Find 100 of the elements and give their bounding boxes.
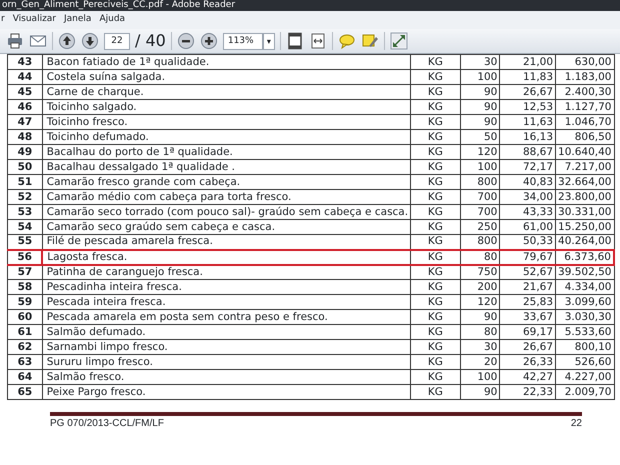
zoom-out-icon[interactable] xyxy=(176,32,195,50)
table-cell: 88,67 xyxy=(500,144,556,160)
zoom-in-icon[interactable] xyxy=(200,32,218,50)
table-cell: 42,27 xyxy=(500,370,556,384)
table-cell: 200 xyxy=(460,280,500,294)
table-cell: 59 xyxy=(8,294,42,310)
table-cell: Salmão fresco. xyxy=(42,370,411,384)
table-cell: 26,67 xyxy=(500,340,556,354)
table-cell: KG xyxy=(410,130,460,144)
table-cell: 120 xyxy=(460,294,500,310)
table-cell: 2.400,30 xyxy=(556,84,614,100)
comment-icon[interactable] xyxy=(338,32,356,50)
table-cell: 55 xyxy=(8,234,42,250)
fit-page-icon[interactable] xyxy=(286,32,304,50)
fit-width-icon[interactable] xyxy=(308,32,327,50)
arrow-up-icon[interactable] xyxy=(58,32,76,50)
table-cell: 3.099,60 xyxy=(556,294,614,310)
table-cell: KG xyxy=(410,160,460,174)
table-cell: 800,10 xyxy=(556,340,614,354)
table-cell: 53 xyxy=(8,204,42,220)
table-cell: KG xyxy=(410,54,460,70)
table-cell: 51 xyxy=(8,174,42,190)
table-cell: 3.030,30 xyxy=(556,310,614,324)
table-cell: 63 xyxy=(8,354,42,370)
table-cell: 100 xyxy=(460,370,500,384)
table-cell: 32.664,00 xyxy=(556,174,614,190)
table-cell: KG xyxy=(410,310,460,324)
menu-item[interactable]: Visualizar xyxy=(12,13,56,27)
table-cell: 80 xyxy=(460,324,500,340)
table-cell: 56 xyxy=(8,250,42,264)
table-cell: 4.334,00 xyxy=(556,280,614,294)
table-cell: 47 xyxy=(8,114,42,130)
table-cell: Pescada inteira fresca. xyxy=(42,294,411,310)
table-cell: 120 xyxy=(460,144,500,160)
zoom-dropdown[interactable]: ▾ xyxy=(262,32,275,50)
table-cell: 72,17 xyxy=(500,160,556,174)
menu-item[interactable]: Janela xyxy=(64,13,92,27)
expand-icon[interactable] xyxy=(390,32,408,50)
table-cell: Salmão defumado. xyxy=(42,324,411,340)
print-icon[interactable] xyxy=(6,32,24,50)
table-cell: KG xyxy=(410,84,460,100)
table-cell: 50 xyxy=(8,160,42,174)
table-cell: 34,00 xyxy=(500,190,556,204)
table-cell: 90 xyxy=(460,310,500,324)
table-cell: 750 xyxy=(460,264,500,280)
table-cell: KG xyxy=(410,250,460,264)
table-cell: KG xyxy=(410,190,460,204)
table-cell: 4.227,00 xyxy=(556,370,614,384)
table-cell: 43,33 xyxy=(500,204,556,220)
table-cell: 39.502,50 xyxy=(556,264,614,280)
menu-item[interactable]: Ajuda xyxy=(99,13,126,27)
table-cell: 60 xyxy=(8,310,42,324)
table-cell: 62 xyxy=(8,340,42,354)
menu-item[interactable]: r xyxy=(1,13,5,27)
table-cell: Camarão médio com cabeça para torta fresco. xyxy=(42,190,411,204)
table-cell: 30 xyxy=(460,340,500,354)
table-cell: 57 xyxy=(8,264,42,280)
table-cell: 21,67 xyxy=(500,280,556,294)
table-cell: 79,67 xyxy=(500,250,556,264)
page-field[interactable]: 22 xyxy=(104,32,130,50)
table-cell: 30 xyxy=(460,54,500,70)
table-cell: Camarão seco torrado (com pouco sal)- graúdo sem cabeça e casca. xyxy=(42,204,411,220)
table-cell: 100 xyxy=(460,70,500,84)
table-cell: Bacon fatiado de 1ª qualidade. xyxy=(42,54,411,70)
table-cell: KG xyxy=(410,174,460,190)
table-cell: 800 xyxy=(460,174,500,190)
table-cell: 21,00 xyxy=(500,54,556,70)
table-cell: Bacalhau do porto de 1ª qualidade. xyxy=(42,144,411,160)
table-cell: 30.331,00 xyxy=(556,204,614,220)
table-cell: 50 xyxy=(460,130,500,144)
table-cell: 58 xyxy=(8,280,42,294)
table-cell: 1.046,70 xyxy=(556,114,614,130)
table-cell: 80 xyxy=(460,250,500,264)
table-cell: Sarnambi limpo fresco. xyxy=(42,340,411,354)
table-cell: 16,13 xyxy=(500,130,556,144)
table-cell: 250 xyxy=(460,220,500,234)
table-cell: KG xyxy=(410,220,460,234)
table-cell: KG xyxy=(410,100,460,114)
table-cell: 65 xyxy=(8,384,42,400)
highlight-icon[interactable] xyxy=(360,32,379,50)
table-cell: 11,63 xyxy=(500,114,556,130)
page-number: 22 xyxy=(570,417,582,431)
table-cell: 6.373,60 xyxy=(556,250,614,264)
table-cell: KG xyxy=(410,264,460,280)
table-cell: KG xyxy=(410,340,460,354)
table-cell: 33,67 xyxy=(500,310,556,324)
arrow-down-icon[interactable] xyxy=(81,32,99,50)
table-cell: Costela suína salgada. xyxy=(42,70,411,84)
table-cell: 90 xyxy=(460,114,500,130)
table-cell: 52 xyxy=(8,190,42,204)
table-cell: 26,33 xyxy=(500,354,556,370)
table-cell: 90 xyxy=(460,84,500,100)
table-cell: 15.250,00 xyxy=(556,220,614,234)
table-cell: 23.800,00 xyxy=(556,190,614,204)
table-cell: KG xyxy=(410,370,460,384)
table-cell: 630,00 xyxy=(556,54,614,70)
table-cell: Carne de charque. xyxy=(42,84,411,100)
table-cell: 69,17 xyxy=(500,324,556,340)
zoom-field[interactable]: 113% xyxy=(222,32,263,50)
table-cell: KG xyxy=(410,70,460,84)
